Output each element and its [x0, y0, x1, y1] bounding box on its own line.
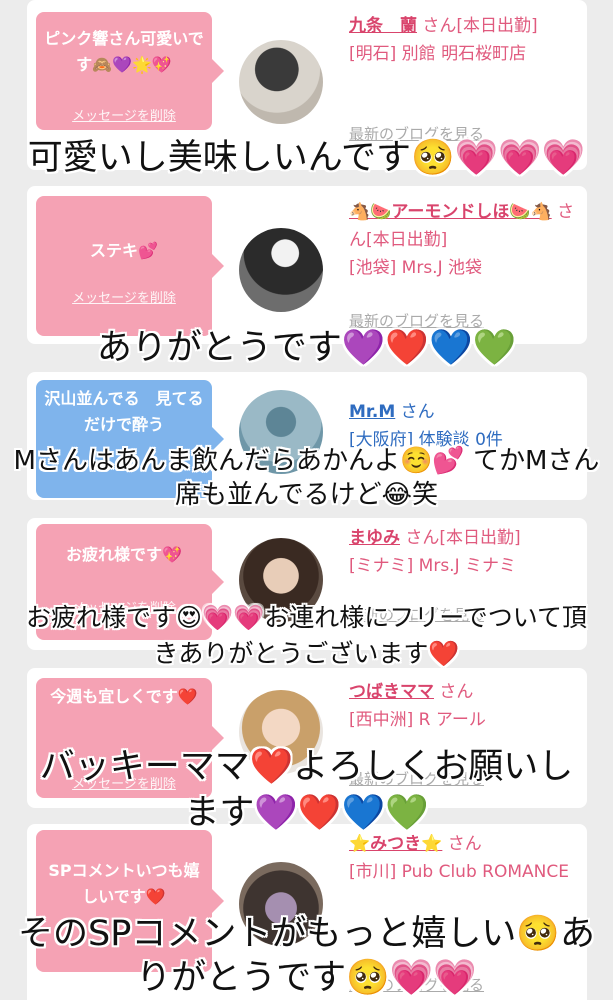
san-label: さん	[447, 834, 482, 854]
sender-name-link[interactable]: ⭐️みつき⭐️	[349, 834, 442, 854]
avatar[interactable]	[239, 40, 323, 124]
avatar[interactable]	[239, 228, 323, 312]
message-card: ステキ💕 メッセージを削除 🐴🍉アーモンドしほ🍉🐴 さん[本日出勤] [池袋] …	[27, 186, 587, 344]
message-text: 沢山並んでる 見てるだけで酔う	[44, 389, 204, 434]
message-text: SPコメントいつも嬉しいです❤️	[48, 861, 200, 906]
overlay-caption: ありがとうです💜❤️💙💚	[96, 328, 517, 368]
overlay-caption: お疲れ様です😍💗💗お連れ様にフリーでついて頂きありがとうございます❤️	[25, 603, 588, 668]
location-text: [ミナミ] Mrs.J ミナミ	[349, 556, 517, 576]
overlay-caption: Mさんはあんま飲んだらあかんよ☺️💕 てかMさん席も並んでるけど😂笑	[13, 446, 600, 510]
status-label: [本日出勤]	[366, 230, 448, 250]
message-bubble: ピンク響さん可愛いです🙈💜🌟💖 メッセージを削除	[36, 12, 224, 130]
sender-name-link[interactable]: Mr.M	[349, 402, 395, 422]
sender-name-link[interactable]: 🐴🍉アーモンドしほ🍉🐴	[349, 202, 552, 222]
message-bubble: ステキ💕 メッセージを削除	[36, 196, 224, 336]
message-text: ステキ💕	[90, 241, 158, 260]
sender-name-link[interactable]: 九条 蘭	[349, 16, 417, 36]
sender-name-link[interactable]: つばきママ	[349, 682, 434, 702]
message-text: 今週も宜しくです❤️	[50, 687, 198, 706]
delete-message-link[interactable]: メッセージを削除	[36, 104, 212, 130]
delete-message-link[interactable]: メッセージを削除	[36, 286, 212, 312]
overlay-caption: バッキーママ❤️よろしくお願いします💜❤️💙💚	[39, 747, 574, 833]
location-text: [市川] Pub Club ROMANCE	[349, 862, 569, 882]
san-label: さん	[439, 682, 474, 702]
overlay-caption: そのSPコメントがもっと嬉しい🥺ありがとうです🥺💗💗	[18, 914, 595, 998]
sender-name-link[interactable]: まゆみ	[349, 528, 400, 548]
message-text: お疲れ様です💖	[66, 545, 182, 564]
overlay-caption: 可愛いし美味しいんです🥺💗💗💗	[27, 138, 586, 178]
san-label: さん	[405, 528, 440, 548]
status-label: [本日出勤]	[439, 528, 521, 548]
location-text: [明石] 別館 明石桜町店	[349, 44, 527, 64]
san-label: さん	[400, 402, 435, 422]
location-text: [西中洲] R アール	[349, 710, 486, 730]
status-label: [本日出勤]	[456, 16, 538, 36]
location-text: [池袋] Mrs.J 池袋	[349, 258, 483, 278]
san-label: さん	[422, 16, 457, 36]
message-text: ピンク響さん可愛いです🙈💜🌟💖	[44, 29, 204, 74]
